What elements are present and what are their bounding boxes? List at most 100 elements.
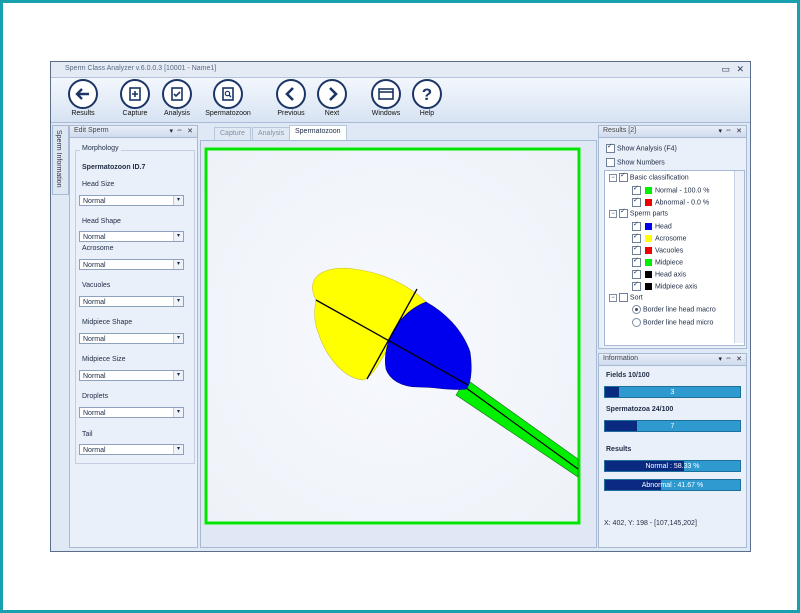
part-acrosome-row[interactable]: Acrosome xyxy=(632,232,687,243)
chevron-down-icon[interactable]: ▾ xyxy=(173,260,183,269)
part-midpiece-row[interactable]: Midpiece xyxy=(632,256,683,267)
cursor-coordinates: X: 402, Y: 198 - [107,145,202] xyxy=(604,520,697,527)
chevron-down-icon[interactable]: ▾ xyxy=(173,371,183,380)
sort-micro-radio[interactable] xyxy=(632,318,641,327)
previous-button[interactable]: Previous xyxy=(273,79,309,117)
head-size-label: Head Size xyxy=(82,181,115,188)
results-label: Results xyxy=(606,446,632,453)
show-analysis-row[interactable]: Show Analysis (F4) xyxy=(606,142,677,153)
midpiece-shape-select[interactable]: Normal ▾ xyxy=(79,333,184,344)
previous-label: Previous xyxy=(277,110,305,117)
dropdown-icon[interactable]: ▾ xyxy=(718,355,722,363)
analysis-button[interactable]: Analysis xyxy=(159,79,195,117)
midpiece-size-label: Midpiece Size xyxy=(82,356,126,363)
basic-checkbox[interactable] xyxy=(618,171,628,182)
close-icon[interactable]: ✕ xyxy=(736,64,744,74)
analysis-check-icon xyxy=(171,87,183,101)
spermatozoon-search-icon xyxy=(222,87,234,101)
chevron-left-icon xyxy=(285,87,294,101)
collapse-icon[interactable]: − xyxy=(609,293,617,302)
chevron-down-icon[interactable]: ▾ xyxy=(173,196,183,205)
sort-checkbox[interactable] xyxy=(618,293,628,302)
chevron-down-icon[interactable]: ▾ xyxy=(173,232,183,241)
windows-label: Windows xyxy=(371,110,401,117)
close-icon[interactable]: ✕ xyxy=(736,355,742,363)
head-size-select[interactable]: Normal ▾ xyxy=(79,195,184,206)
head-checkbox[interactable] xyxy=(632,220,641,231)
results-button[interactable]: Results xyxy=(65,79,101,117)
acrosome-select[interactable]: Normal ▾ xyxy=(79,259,184,270)
collapse-icon[interactable]: − xyxy=(609,173,617,182)
sperm-information-tab[interactable]: Sperm Information xyxy=(52,125,69,195)
acrosome-swatch xyxy=(645,235,652,242)
abnormal-swatch xyxy=(645,199,652,206)
edit-sperm-header: Edit Sperm ▾ ⇔ ✕ xyxy=(70,126,197,138)
basic-classification-row[interactable]: − Basic classification xyxy=(609,171,689,182)
tree-scrollbar[interactable] xyxy=(734,171,744,343)
chevron-down-icon[interactable]: ▾ xyxy=(173,408,183,417)
sperm-image[interactable] xyxy=(204,147,581,525)
sort-macro-radio[interactable] xyxy=(632,305,641,314)
chevron-right-icon xyxy=(329,87,338,101)
windows-icon xyxy=(378,88,394,100)
midpiece-checkbox[interactable] xyxy=(632,256,641,267)
abnormal-checkbox[interactable] xyxy=(632,196,641,207)
show-analysis-checkbox[interactable] xyxy=(606,142,615,153)
part-head-axis-row[interactable]: Head axis xyxy=(632,268,686,279)
chevron-down-icon[interactable]: ▾ xyxy=(173,334,183,343)
fields-label: Fields 10/100 xyxy=(606,372,650,379)
acrosome-checkbox[interactable] xyxy=(632,232,641,243)
abnormal-row[interactable]: Abnormal - 0.0 % xyxy=(632,196,709,207)
help-button[interactable]: ? Help xyxy=(409,79,445,117)
pin-icon[interactable]: ⇔ xyxy=(725,355,732,362)
sort-row[interactable]: − Sort xyxy=(609,293,643,302)
tab-spermatozoon[interactable]: Spermatozoon xyxy=(289,125,347,140)
normal-row[interactable]: Normal - 100.0 % xyxy=(632,184,709,195)
close-icon[interactable]: ✕ xyxy=(187,127,193,135)
midpiece-axis-checkbox[interactable] xyxy=(632,280,641,291)
fields-progress-fill xyxy=(605,387,619,397)
next-label: Next xyxy=(324,110,340,117)
normal-progress: Normal : 58.33 % xyxy=(604,460,741,472)
tab-capture[interactable]: Capture xyxy=(214,127,251,140)
chevron-down-icon[interactable]: ▾ xyxy=(173,297,183,306)
help-icon: ? xyxy=(422,85,432,104)
capture-label: Capture xyxy=(122,110,148,117)
sperm-parts-row[interactable]: − Sperm parts xyxy=(609,207,668,218)
windows-button[interactable]: Windows xyxy=(368,79,404,117)
sort-micro-row[interactable]: Border line head micro xyxy=(632,318,713,327)
show-numbers-row[interactable]: Show Numbers xyxy=(606,158,665,167)
vacuoles-select[interactable]: Normal ▾ xyxy=(79,296,184,307)
results-header: Results [2] ▾ ⇔ ✕ xyxy=(599,126,746,138)
pin-icon[interactable]: ⇔ xyxy=(176,127,183,134)
part-head-row[interactable]: Head xyxy=(632,220,672,231)
midpiece-size-select[interactable]: Normal ▾ xyxy=(79,370,184,381)
vacuoles-label: Vacuoles xyxy=(82,282,111,289)
next-button[interactable]: Next xyxy=(314,79,350,117)
svg-text:?: ? xyxy=(422,85,432,104)
arrow-left-icon xyxy=(75,88,89,100)
dropdown-icon[interactable]: ▾ xyxy=(718,127,722,135)
collapse-icon[interactable]: − xyxy=(609,209,617,218)
parts-checkbox[interactable] xyxy=(618,207,628,218)
droplets-select[interactable]: Normal ▾ xyxy=(79,407,184,418)
pin-icon[interactable]: ⇔ xyxy=(725,127,732,134)
part-vacuoles-row[interactable]: Vacuoles xyxy=(632,244,683,255)
normal-checkbox[interactable] xyxy=(632,184,641,195)
head-axis-checkbox[interactable] xyxy=(632,268,641,279)
title-bar: Sperm Class Analyzer v.6.0.0.3 [10001 - … xyxy=(51,62,750,78)
tail-select[interactable]: Normal ▾ xyxy=(79,444,184,455)
show-numbers-checkbox[interactable] xyxy=(606,158,615,167)
head-shape-select[interactable]: Normal ▾ xyxy=(79,231,184,242)
chevron-down-icon[interactable]: ▾ xyxy=(173,445,183,454)
part-midpiece-axis-row[interactable]: Midpiece axis xyxy=(632,280,697,291)
close-icon[interactable]: ✕ xyxy=(736,127,742,135)
tab-analysis[interactable]: Analysis xyxy=(252,127,291,140)
fields-progress: 3 xyxy=(604,386,741,398)
spermatozoon-button[interactable]: Spermatozoon xyxy=(203,79,253,117)
pin-icon[interactable]: ▭ xyxy=(721,64,730,74)
capture-button[interactable]: Capture xyxy=(117,79,153,117)
sort-macro-row[interactable]: Border line head macro xyxy=(632,305,716,314)
vacuoles-checkbox[interactable] xyxy=(632,244,641,255)
dropdown-icon[interactable]: ▾ xyxy=(169,127,173,135)
